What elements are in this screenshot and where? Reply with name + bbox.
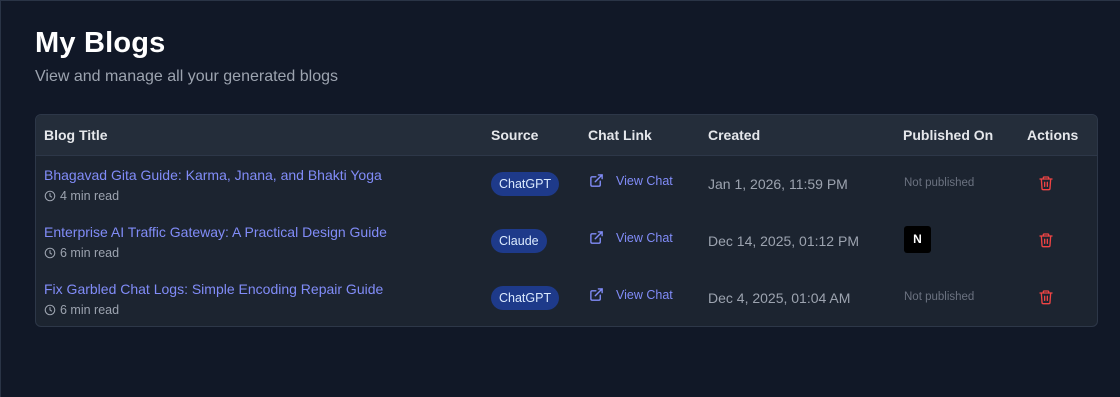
column-header-source: Source bbox=[491, 127, 539, 143]
clock-icon bbox=[44, 247, 56, 259]
external-link-icon bbox=[590, 231, 603, 244]
column-header-created: Created bbox=[708, 127, 761, 143]
external-link-icon bbox=[590, 288, 603, 301]
clock-icon bbox=[44, 190, 56, 202]
read-time-label: 4 min read bbox=[60, 189, 120, 203]
read-time: 6 min read bbox=[44, 246, 119, 260]
external-link-icon bbox=[590, 174, 603, 187]
trash-icon[interactable] bbox=[1038, 232, 1054, 248]
table-header: Blog Title Source Chat Link Created Publ… bbox=[36, 115, 1097, 156]
view-chat-label: View Chat bbox=[616, 173, 673, 188]
clock-icon bbox=[44, 304, 56, 316]
blog-title-link[interactable]: Enterprise AI Traffic Gateway: A Practic… bbox=[44, 224, 387, 240]
view-chat-label: View Chat bbox=[616, 230, 673, 245]
table-row: Enterprise AI Traffic Gateway: A Practic… bbox=[36, 212, 1097, 269]
view-chat-link[interactable]: View Chat bbox=[589, 173, 673, 188]
read-time: 4 min read bbox=[44, 189, 119, 203]
column-header-blog-title: Blog Title bbox=[44, 127, 108, 143]
view-chat-link[interactable]: View Chat bbox=[589, 230, 673, 245]
column-header-published-on: Published On bbox=[903, 127, 994, 143]
created-date: Jan 1, 2026, 11:59 PM bbox=[708, 176, 848, 192]
created-date: Dec 4, 2025, 01:04 AM bbox=[708, 290, 851, 306]
read-time-label: 6 min read bbox=[60, 303, 120, 317]
column-header-actions: Actions bbox=[1027, 127, 1079, 143]
published-status: Not published bbox=[904, 177, 975, 189]
table-row: Fix Garbled Chat Logs: Simple Encoding R… bbox=[36, 269, 1097, 326]
read-time: 6 min read bbox=[44, 303, 119, 317]
published-status: Not published bbox=[904, 291, 975, 303]
trash-icon[interactable] bbox=[1038, 289, 1054, 305]
view-chat-label: View Chat bbox=[616, 287, 673, 302]
page-subtitle: View and manage all your generated blogs bbox=[35, 68, 339, 85]
source-badge: ChatGPT bbox=[491, 172, 560, 196]
blogs-table: Blog Title Source Chat Link Created Publ… bbox=[35, 114, 1098, 327]
table-row: Bhagavad Gita Guide: Karma, Jnana, and B… bbox=[36, 155, 1097, 212]
read-time-label: 6 min read bbox=[60, 246, 120, 260]
source-badge: Claude bbox=[491, 229, 547, 253]
created-date: Dec 14, 2025, 01:12 PM bbox=[708, 233, 859, 249]
notion-logo[interactable]: N bbox=[904, 226, 931, 253]
source-badge: ChatGPT bbox=[491, 286, 560, 310]
column-header-chat-link: Chat Link bbox=[588, 127, 652, 143]
blog-title-link[interactable]: Bhagavad Gita Guide: Karma, Jnana, and B… bbox=[44, 167, 382, 183]
trash-icon[interactable] bbox=[1038, 175, 1054, 191]
app-frame: My Blogs View and manage all your genera… bbox=[0, 0, 1120, 397]
page-title: My Blogs bbox=[35, 27, 166, 59]
view-chat-link[interactable]: View Chat bbox=[589, 287, 673, 302]
blog-title-link[interactable]: Fix Garbled Chat Logs: Simple Encoding R… bbox=[44, 281, 383, 297]
